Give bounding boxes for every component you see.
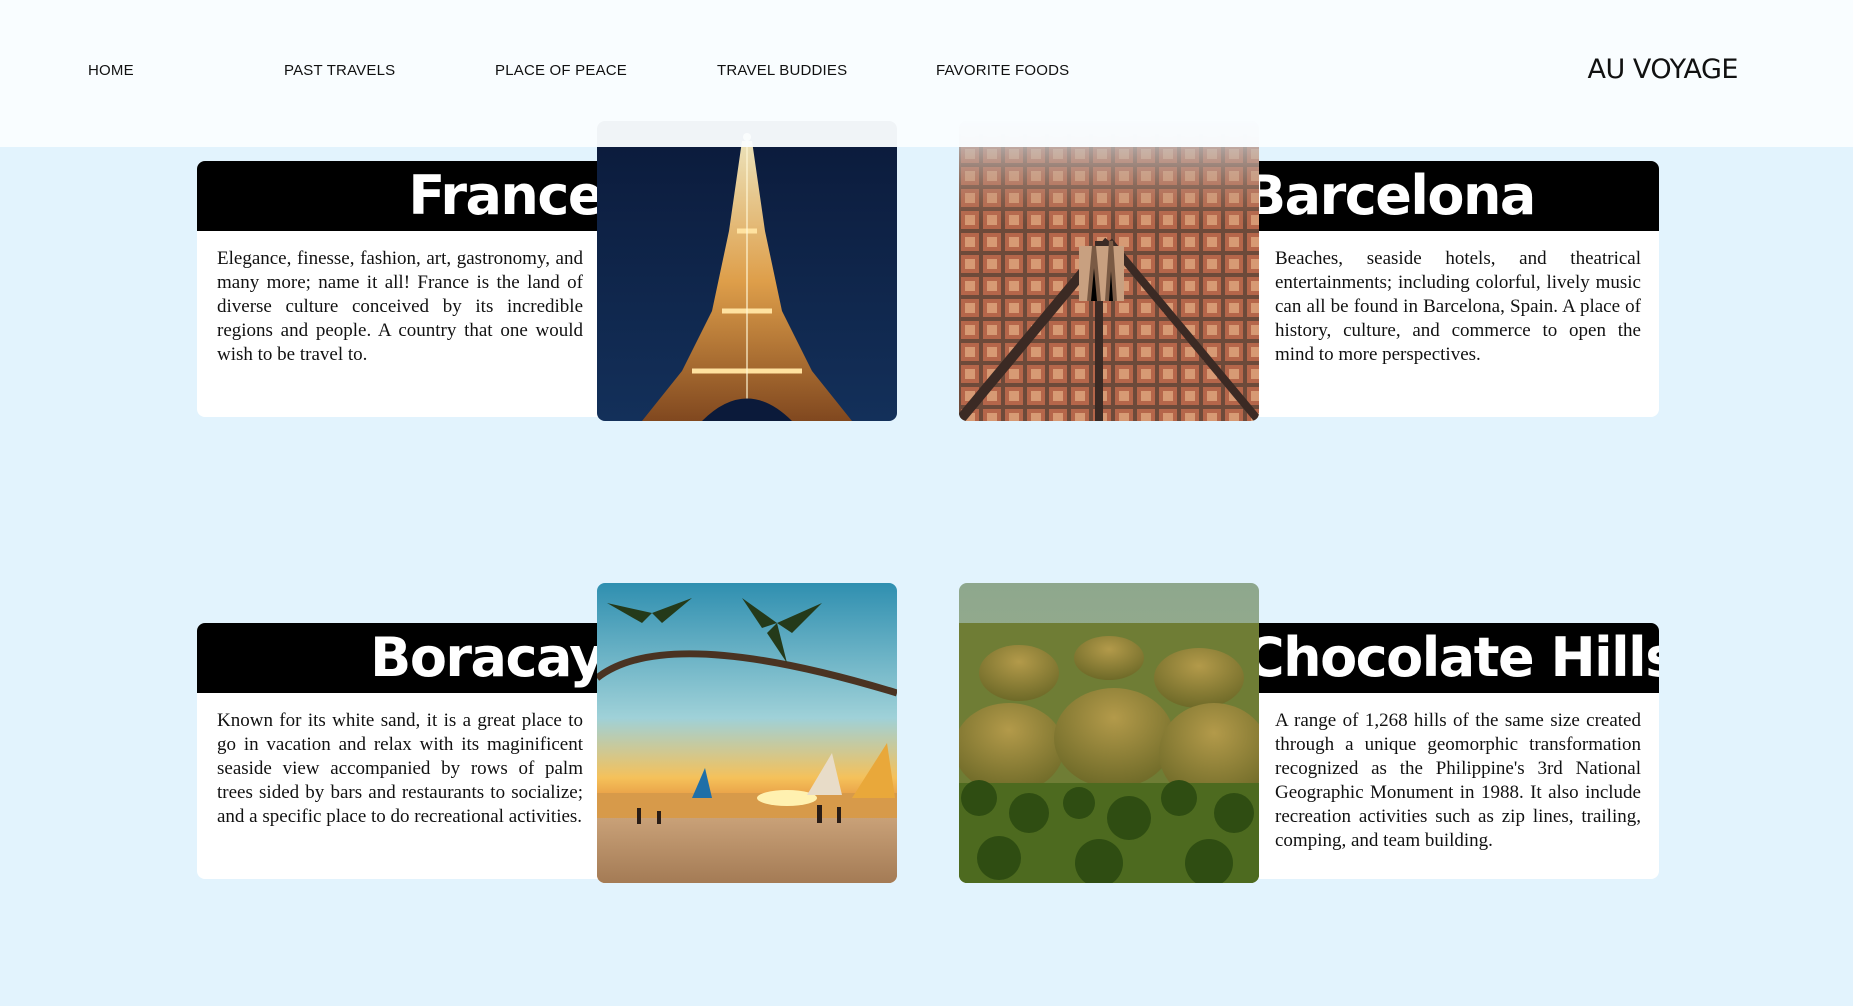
nav-travel-buddies-link[interactable]: TRAVEL BUDDIES	[717, 62, 847, 79]
destination-card-france: France Elegance, finesse, fashion, art, …	[197, 121, 939, 421]
card-description: Elegance, finesse, fashion, art, gastron…	[217, 248, 583, 365]
nav-past-travels-link[interactable]: PAST TRAVELS	[284, 62, 395, 79]
nav-place-of-peace-link[interactable]: PLACE OF PEACE	[495, 62, 627, 79]
card-description: Known for its white sand, it is a great …	[217, 710, 583, 827]
eiffel-tower-photo	[597, 121, 897, 421]
page: HOME PAST TRAVELS PLACE OF PEACE TRAVEL …	[0, 0, 1853, 1006]
destination-card-boracay: Boracay Known for its white sand, it is …	[197, 583, 939, 883]
destination-card-chocolate-hills: Chocolate Hills A range of 1,268 hills o…	[959, 583, 1701, 883]
nav-favorite-foods-link[interactable]: FAVORITE FOODS	[936, 62, 1069, 79]
card-title: France	[197, 161, 617, 231]
nav-home-link[interactable]: HOME	[88, 62, 134, 79]
brand-logo[interactable]: AU VOYAGE	[1588, 54, 1739, 85]
card-title: Boracay	[197, 623, 617, 693]
site-header: HOME PAST TRAVELS PLACE OF PEACE TRAVEL …	[0, 0, 1853, 147]
boracay-beach-photo	[597, 583, 897, 883]
card-description: A range of 1,268 hills of the same size …	[1275, 710, 1641, 851]
barcelona-aerial-photo	[959, 121, 1259, 421]
chocolate-hills-photo	[959, 583, 1259, 883]
destination-card-barcelona: Barcelona Beaches, seaside hotels, and t…	[959, 121, 1701, 421]
card-description: Beaches, seaside hotels, and theatrical …	[1275, 248, 1641, 365]
